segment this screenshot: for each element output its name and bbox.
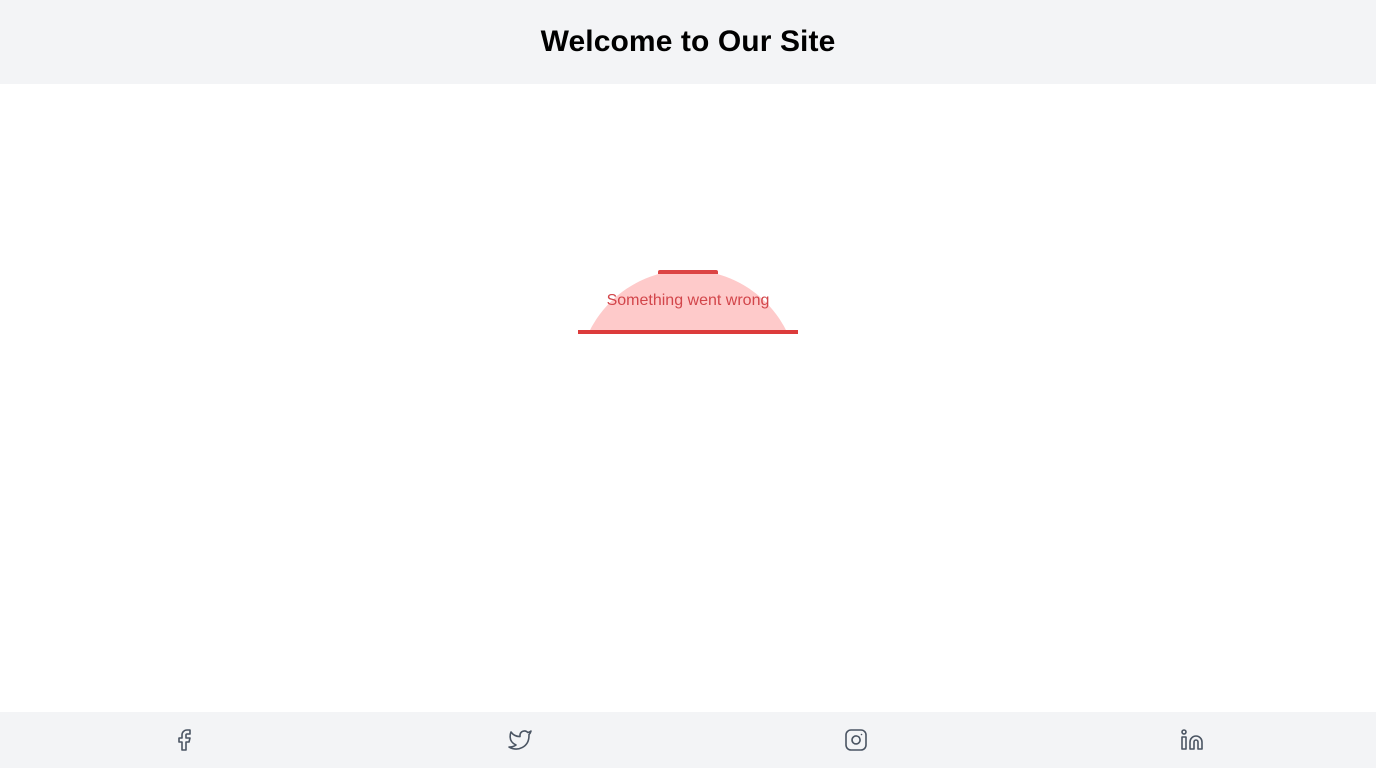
facebook-icon bbox=[178, 729, 191, 751]
page-title: Welcome to Our Site bbox=[540, 25, 836, 58]
main-content: Something went wrong bbox=[0, 84, 1376, 712]
error-alert-top-accent bbox=[658, 270, 718, 274]
twitter-link[interactable] bbox=[508, 728, 532, 752]
site-footer bbox=[0, 712, 1376, 768]
linkedin-link[interactable] bbox=[1180, 728, 1204, 752]
page: Welcome to Our Site Something went wrong bbox=[0, 0, 1376, 768]
instagram-link[interactable] bbox=[844, 728, 868, 752]
error-alert: Something went wrong bbox=[578, 270, 798, 334]
error-message: Something went wrong bbox=[606, 292, 770, 309]
twitter-icon bbox=[508, 730, 532, 750]
linkedin-icon bbox=[1181, 729, 1203, 750]
instagram-icon bbox=[845, 729, 867, 751]
error-alert-border bbox=[578, 330, 798, 334]
site-header: Welcome to Our Site bbox=[0, 0, 1376, 84]
facebook-link[interactable] bbox=[172, 728, 196, 752]
